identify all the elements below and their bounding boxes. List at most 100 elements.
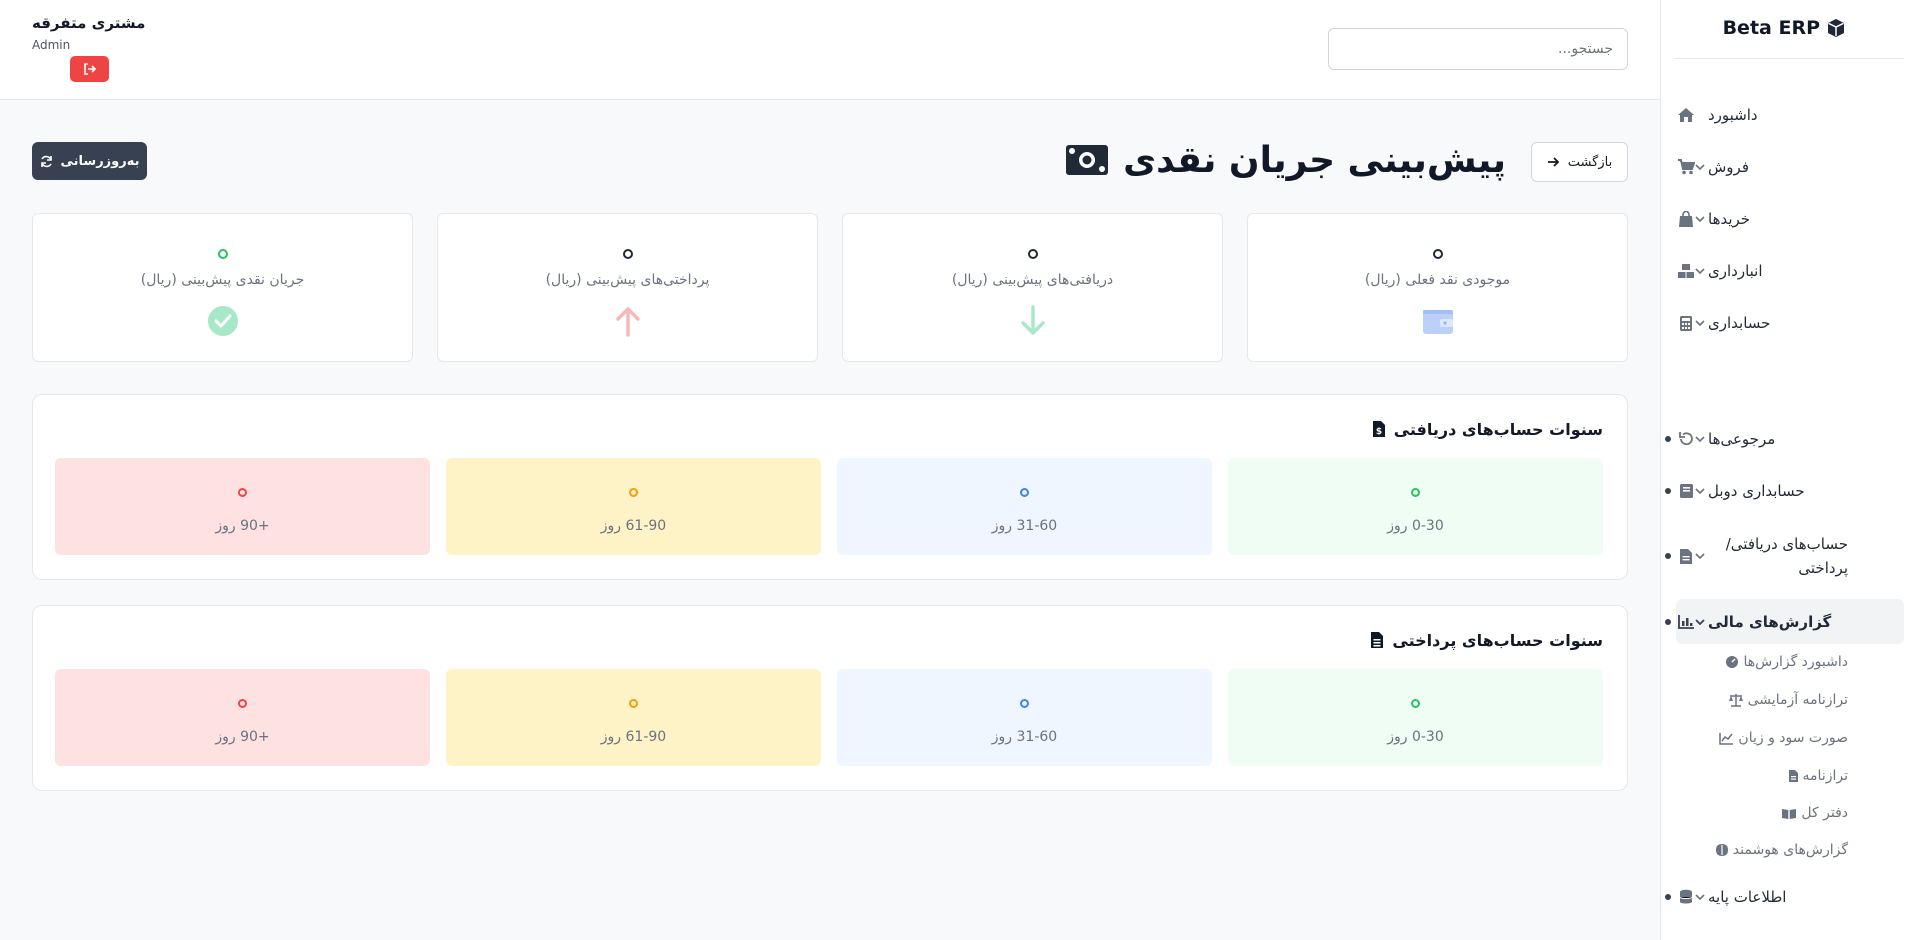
sidebar-item-label: فروش: [1708, 158, 1750, 176]
sidebar-item-receivables-payables[interactable]: حساب‌های دریافتی/ پرداختی: [1665, 529, 1904, 583]
loading-spinner: [1411, 488, 1420, 497]
chevron-down-icon: [1694, 265, 1706, 277]
logout-button[interactable]: [70, 56, 109, 82]
aging-bucket-90-plus: +90 روز: [55, 458, 430, 555]
line-chart-icon: [1719, 732, 1734, 745]
loading-spinner: [1020, 699, 1029, 708]
card-label: جریان نقدی پیش‌بینی (ریال): [140, 272, 305, 288]
wallet-icon: [1421, 304, 1455, 338]
gauge-icon: [1725, 655, 1739, 669]
bucket-label: 31-60 روز: [991, 518, 1058, 534]
sidebar-item-label: خریدها: [1708, 210, 1751, 228]
top-header: مشتری متفرقه Admin: [0, 0, 1660, 100]
sidebar-item-label: داشبورد: [1708, 106, 1758, 124]
sidebar-item-purchases[interactable]: خریدها: [1676, 199, 1904, 239]
page-title-text: پیش‌بینی جریان نقدی: [1123, 139, 1506, 181]
loading-spinner: [217, 249, 228, 259]
database-icon: [1676, 887, 1696, 907]
book-icon: [1676, 481, 1696, 501]
sidebar-item-warehouse[interactable]: انبارداری: [1676, 251, 1904, 291]
aging-bucket-0-30: 0-30 روز: [1228, 669, 1603, 766]
sidebar: Beta ERP داشبورد فروش خریدها انبارداری ح…: [1660, 0, 1918, 940]
open-book-icon: [1781, 807, 1797, 820]
divider: [1675, 58, 1904, 59]
bucket-label: 0-30 روز: [1387, 518, 1444, 534]
subitem-label: گزارش‌های هوشمند: [1732, 842, 1848, 858]
bucket-label: 61-90 روز: [600, 729, 667, 745]
refresh-button[interactable]: به‌روزرسانی: [32, 142, 147, 180]
chevron-down-icon: [1694, 213, 1706, 225]
card-label: دریافتی‌های پیش‌بینی (ریال): [951, 272, 1114, 288]
svg-text:$: $: [1376, 427, 1382, 437]
loading-spinner: [629, 699, 638, 708]
aging-bucket-0-30: 0-30 روز: [1228, 458, 1603, 555]
sidebar-item-double-entry[interactable]: حسابداری دوبل: [1665, 471, 1904, 511]
sidebar-item-returns[interactable]: مرجوعی‌ها: [1665, 419, 1904, 459]
invoice-icon: [1676, 546, 1696, 566]
sidebar-item-label: حسابداری دوبل: [1708, 482, 1805, 500]
aging-bucket-61-90: 61-90 روز: [446, 458, 821, 555]
chevron-down-icon: [1694, 616, 1706, 628]
check-circle-icon: [206, 304, 240, 338]
back-button[interactable]: بازگشت: [1531, 142, 1628, 182]
sidebar-item-accounting[interactable]: حسابداری: [1676, 303, 1904, 343]
chevron-down-icon: [1694, 161, 1706, 173]
chart-icon: [1676, 612, 1696, 632]
subitem-smart-reports[interactable]: گزارش‌های هوشمند: [1715, 837, 1848, 863]
refresh-label: به‌روزرسانی: [60, 153, 140, 169]
brand[interactable]: Beta ERP: [1723, 14, 1846, 42]
bucket-label: 61-90 روز: [600, 518, 667, 534]
sidebar-item-label: حساب‌های دریافتی/ پرداختی: [1725, 535, 1848, 577]
boxes-icon: [1676, 261, 1696, 281]
sidebar-item-dashboard[interactable]: داشبورد: [1676, 95, 1904, 135]
cube-icon: [1826, 18, 1846, 38]
bullet-dot: [1665, 618, 1671, 625]
bag-icon: [1676, 209, 1696, 229]
scale-icon: [1728, 693, 1744, 707]
loading-spinner: [238, 699, 247, 708]
loading-spinner: [238, 488, 247, 497]
section-title-text: سنوات حساب‌های دریافتی: [1393, 419, 1603, 439]
chevron-down-icon: [1694, 891, 1706, 903]
arrow-up-icon: [611, 304, 645, 338]
sidebar-item-financial-reports[interactable]: گزارش‌های مالی: [1665, 599, 1904, 644]
cart-icon: [1676, 157, 1696, 177]
subitem-reports-dashboard[interactable]: داشبورد گزارش‌ها: [1725, 649, 1848, 675]
subitem-label: ترازنامه: [1802, 768, 1848, 784]
aging-bucket-90-plus: +90 روز: [55, 669, 430, 766]
sidebar-item-label: حسابداری: [1708, 314, 1771, 332]
summary-card-forecast-receipts: دریافتی‌های پیش‌بینی (ریال): [842, 213, 1223, 362]
loading-spinner: [622, 249, 633, 259]
user-role: Admin: [32, 38, 71, 52]
chevron-down-icon: [1694, 550, 1706, 562]
loading-spinner: [1027, 249, 1038, 259]
sidebar-item-label: گزارش‌های مالی: [1708, 612, 1832, 631]
arrow-right-icon: [1547, 156, 1560, 168]
payables-aging-section: سنوات حساب‌های پرداختی 0-30 روز 31-60 رو…: [32, 605, 1628, 791]
sidebar-item-base-data[interactable]: اطلاعات پایه: [1665, 877, 1904, 917]
aging-bucket-61-90: 61-90 روز: [446, 669, 821, 766]
subitem-label: صورت سود و زیان: [1738, 730, 1848, 746]
summary-card-forecast-payments: پرداختی‌های پیش‌بینی (ریال): [437, 213, 818, 362]
section-title: سنوات حساب‌های پرداختی: [1370, 628, 1603, 652]
chevron-down-icon: [1694, 433, 1706, 445]
subitem-income-statement[interactable]: صورت سود و زیان: [1719, 725, 1848, 751]
user-name: مشتری متفرقه: [32, 14, 146, 32]
bullet-dot: [1665, 553, 1671, 559]
card-label: موجودی نقد فعلی (ریال): [1364, 272, 1511, 288]
subitem-balance-sheet[interactable]: ترازنامه: [1788, 763, 1848, 789]
undo-icon: [1676, 429, 1696, 449]
section-title: $ سنوات حساب‌های دریافتی: [1372, 417, 1603, 441]
file-icon: [1788, 769, 1799, 783]
invoice-dollar-icon: $: [1372, 420, 1386, 438]
loading-spinner: [1411, 699, 1420, 708]
money-bill-icon: [1065, 144, 1109, 176]
bucket-label: 31-60 روز: [991, 729, 1058, 745]
sidebar-item-label: انبارداری: [1708, 262, 1763, 280]
loading-spinner: [1020, 488, 1029, 497]
chevron-down-icon: [1694, 485, 1706, 497]
subitem-trial-balance[interactable]: ترازنامه آزمایشی: [1728, 687, 1848, 713]
subitem-general-ledger[interactable]: دفتر کل: [1781, 800, 1848, 826]
sidebar-item-sales[interactable]: فروش: [1676, 147, 1904, 187]
search-input[interactable]: [1328, 28, 1628, 70]
